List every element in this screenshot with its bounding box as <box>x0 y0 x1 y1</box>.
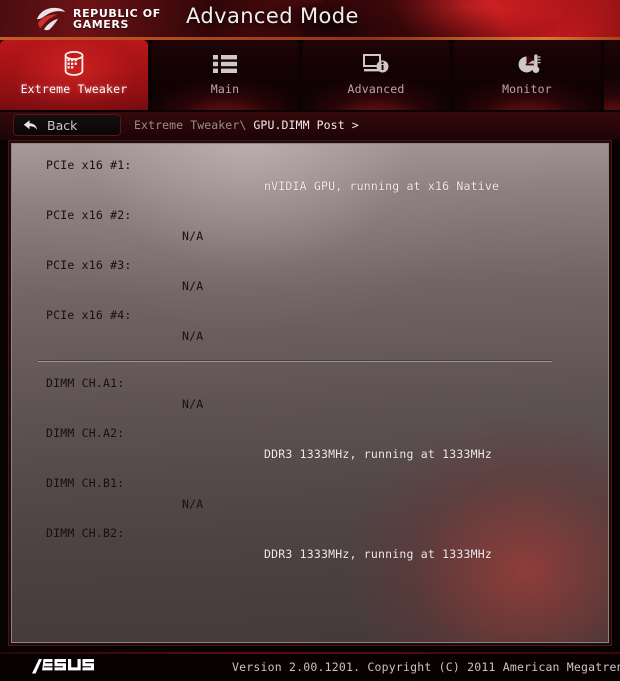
rog-brand-logo: REPUBLIC OF GAMERS <box>36 6 161 32</box>
breadcrumb-current: GPU.DIMM Post > <box>253 118 359 132</box>
navigation-bar: Back Extreme Tweaker\ GPU.DIMM Post > <box>0 112 620 140</box>
breadcrumb: Extreme Tweaker\ GPU.DIMM Post > <box>134 118 359 132</box>
tab-main[interactable]: Main <box>151 40 299 110</box>
dimm-b2-value: DDR3 1333MHz, running at 1333MHz <box>264 547 492 561</box>
content-panel-frame: PCIe x16 #1: nVIDIA GPU, running at x16 … <box>8 140 612 646</box>
rog-brand-line2: GAMERS <box>73 18 129 31</box>
dimm-a2-label: DIMM CH.A2: <box>46 426 125 440</box>
pcie-2-value: N/A <box>182 229 204 243</box>
tab-label-advanced: Advanced <box>347 82 405 96</box>
pcie-1-label: PCIe x16 #1: <box>46 158 132 172</box>
section-divider <box>38 361 552 362</box>
tab-extreme-tweaker[interactable]: Extreme Tweaker <box>0 40 148 110</box>
table-row: DIMM CH.B2: DDR3 1333MHz, running at 133… <box>12 520 608 570</box>
gpu-dimm-post-panel: PCIe x16 #1: nVIDIA GPU, running at x16 … <box>11 143 609 643</box>
back-button-label: Back <box>47 117 78 133</box>
tab-label-extreme-tweaker: Extreme Tweaker <box>20 82 128 96</box>
table-row: PCIe x16 #3: N/A <box>12 252 608 302</box>
tab-overflow-partial[interactable] <box>604 40 620 110</box>
dimm-a1-label: DIMM CH.A1: <box>46 376 125 390</box>
page-title: Advanced Mode <box>186 4 359 28</box>
table-row: DIMM CH.A2: DDR3 1333MHz, running at 133… <box>12 420 608 470</box>
gauge-thermometer-icon <box>513 49 541 79</box>
pcie-3-value: N/A <box>182 279 204 293</box>
bios-version-text: Version 2.00.1201. Copyright (C) 2011 Am… <box>232 660 620 674</box>
pcie-1-value: nVIDIA GPU, running at x16 Native <box>264 179 500 193</box>
pcie-2-label: PCIe x16 #2: <box>46 208 132 222</box>
table-row: DIMM CH.B1: N/A <box>12 470 608 520</box>
tab-monitor[interactable]: Monitor <box>453 40 601 110</box>
back-button[interactable]: Back <box>13 114 121 136</box>
rog-brand-text: REPUBLIC OF GAMERS <box>73 7 161 31</box>
tweaker-dial-icon <box>61 49 87 79</box>
dimm-a2-value: DDR3 1333MHz, running at 1333MHz <box>264 447 492 461</box>
main-tab-bar: Extreme Tweaker Main Advanced Monitor <box>0 40 620 112</box>
dimm-b1-label: DIMM CH.B1: <box>46 476 125 490</box>
table-row: DIMM CH.A1: N/A <box>12 370 608 420</box>
tab-label-main: Main <box>210 82 240 96</box>
table-row: PCIe x16 #4: N/A <box>12 302 608 352</box>
asus-logo-icon <box>32 657 104 680</box>
dimm-b1-value: N/A <box>182 497 204 511</box>
breadcrumb-parent[interactable]: Extreme Tweaker\ <box>134 118 253 132</box>
monitor-info-icon <box>362 49 390 79</box>
tab-label-monitor: Monitor <box>502 82 552 96</box>
pcie-4-value: N/A <box>182 329 204 343</box>
tab-advanced[interactable]: Advanced <box>302 40 450 110</box>
list-icon <box>212 49 238 79</box>
table-row: PCIe x16 #2: N/A <box>12 202 608 252</box>
app-header: REPUBLIC OF GAMERS Advanced Mode <box>0 0 620 40</box>
dimm-a1-value: N/A <box>182 397 204 411</box>
dimm-b2-label: DIMM CH.B2: <box>46 526 125 540</box>
table-row: PCIe x16 #1: nVIDIA GPU, running at x16 … <box>12 152 608 202</box>
pcie-3-label: PCIe x16 #3: <box>46 258 132 272</box>
bios-advanced-mode-screen: REPUBLIC OF GAMERS Advanced Mode Extreme… <box>0 0 620 681</box>
rog-eye-logo-icon <box>36 6 66 32</box>
back-arrow-icon <box>23 119 38 132</box>
pcie-4-label: PCIe x16 #4: <box>46 308 132 322</box>
app-footer: Version 2.00.1201. Copyright (C) 2011 Am… <box>0 652 620 681</box>
